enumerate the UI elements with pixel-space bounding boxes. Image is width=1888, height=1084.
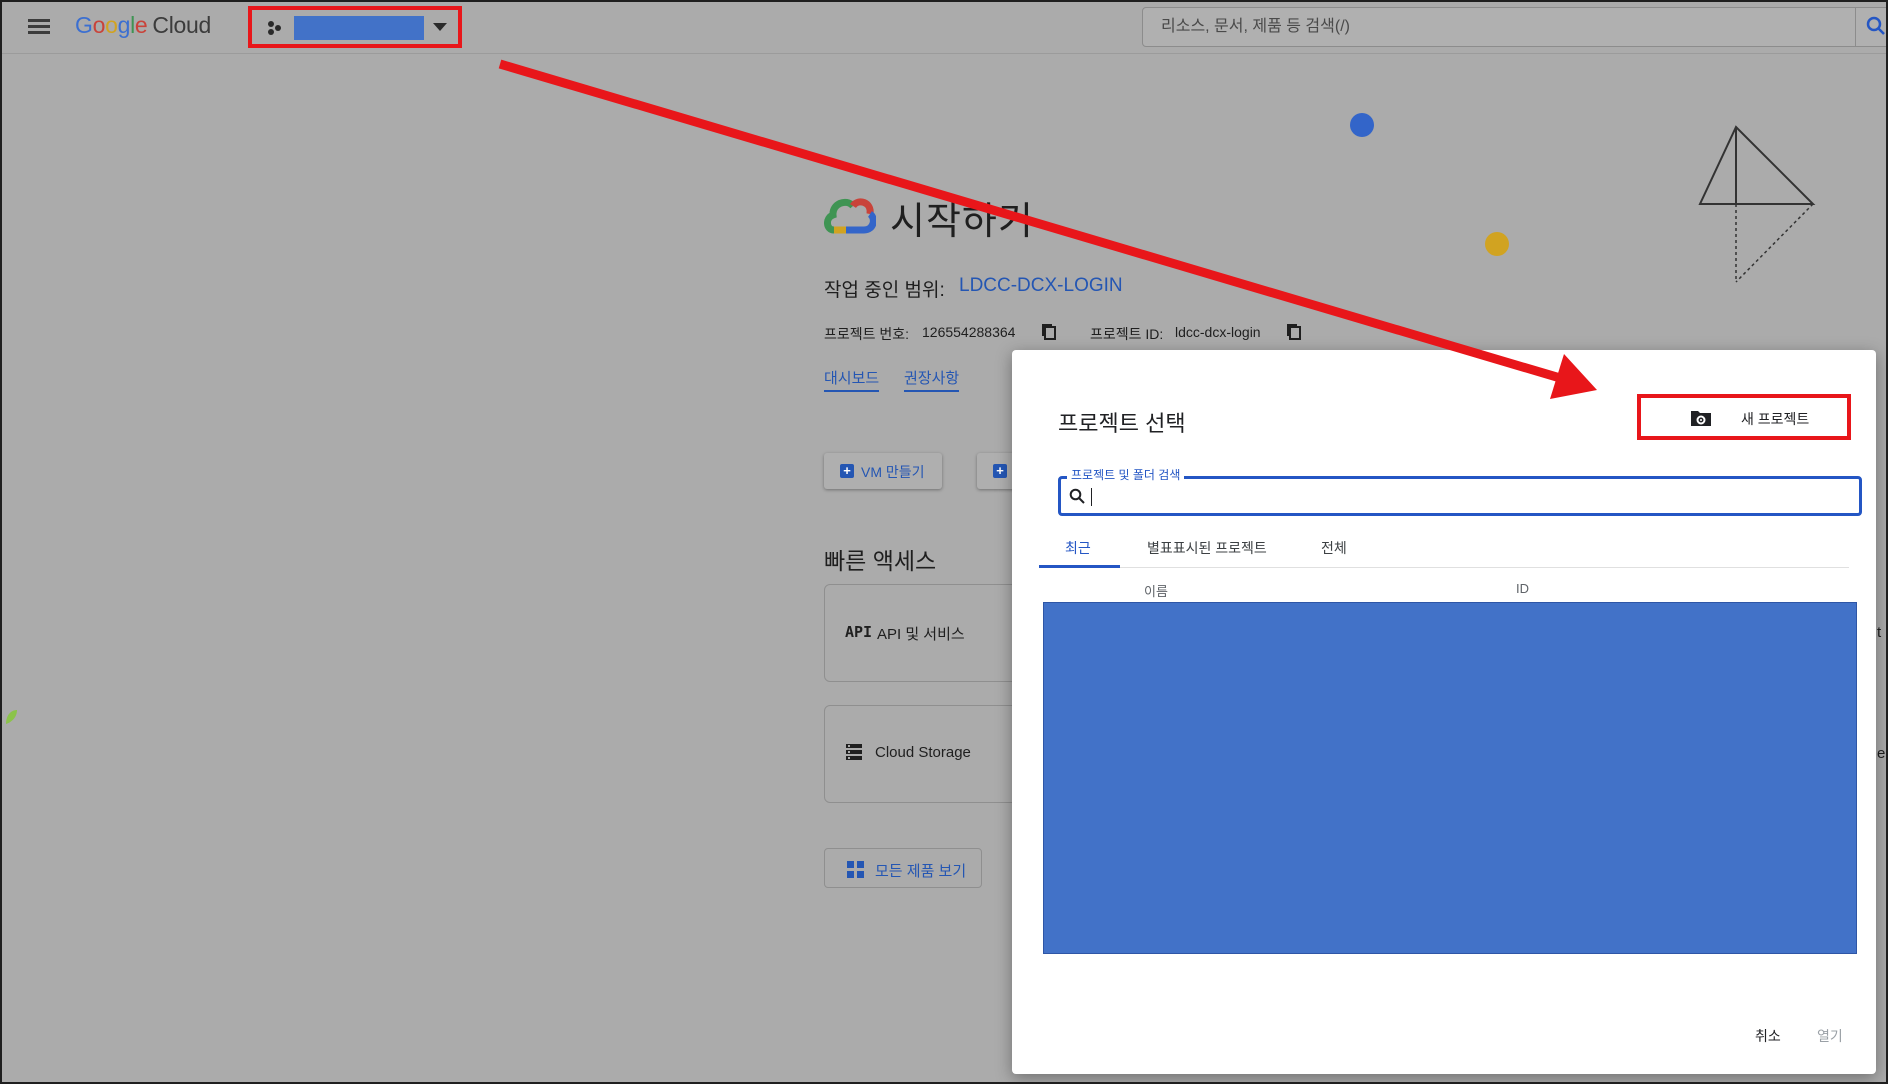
redacted-project-name — [294, 16, 424, 40]
project-id-label: 프로젝트 ID: — [1090, 326, 1164, 342]
dialog-tabs: 최근 별표표시된 프로젝트 전체 — [1039, 526, 1849, 568]
grid-icon — [847, 861, 864, 878]
google-cloud-logo[interactable]: Google Cloud — [75, 12, 211, 39]
quick-access-api-label: API 및 서비스 — [877, 626, 965, 643]
copy-icon[interactable] — [1286, 323, 1302, 341]
scope-label: 작업 중인 범위: — [824, 280, 945, 301]
scope-value[interactable]: LDCC-DCX-LOGIN — [959, 275, 1123, 297]
project-search-box: 프로젝트 및 폴더 검색 — [1058, 466, 1862, 516]
project-search-label: 프로젝트 및 폴더 검색 — [1067, 466, 1185, 483]
quick-access-api-services[interactable]: API API 및 서비스 — [824, 584, 1024, 682]
logo-letter: o — [92, 12, 106, 38]
project-select-dialog: 프로젝트 선택 새 프로젝트 프로젝트 및 폴더 검색 최근 별표표시된 프로젝… — [1012, 350, 1876, 1074]
api-icon: API — [845, 623, 873, 641]
recommendations-link[interactable]: 권장사항 — [904, 367, 960, 392]
project-number-label: 프로젝트 번호: — [824, 326, 910, 342]
create-vm-label: VM 만들기 — [861, 464, 925, 480]
create-vm-button[interactable]: + VM 만들기 — [824, 453, 942, 489]
tab-recent-label: 최근 — [1065, 540, 1091, 556]
decorative-dot-blue — [1350, 113, 1374, 137]
tab-recent[interactable]: 최근 — [1039, 526, 1120, 568]
view-all-products-button[interactable]: 모든 제품 보기 — [824, 848, 982, 888]
clipped-text: e — [1877, 745, 1886, 762]
project-dots-icon — [268, 21, 281, 35]
quick-access-title: 빠른 액세스 — [824, 548, 937, 574]
chevron-down-icon — [433, 23, 447, 31]
storage-icon — [846, 744, 862, 760]
project-number-value: 126554288364 — [922, 324, 1016, 340]
global-search-input[interactable] — [1161, 16, 1721, 38]
decorative-leaf-icon — [6, 710, 17, 724]
page-title: 시작하기 — [890, 201, 1034, 243]
paper-plane-icon — [1698, 125, 1816, 283]
quick-access-cloud-storage[interactable]: Cloud Storage — [824, 705, 1024, 803]
global-search-box — [1142, 7, 1886, 47]
logo-letter: g — [117, 12, 131, 38]
top-bar: Google Cloud — [2, 2, 1886, 54]
copy-icon[interactable] — [1041, 323, 1057, 341]
column-header-id[interactable]: ID — [1516, 581, 1529, 596]
dashboard-link[interactable]: 대시보드 — [824, 367, 880, 392]
project-selector-button[interactable] — [248, 6, 462, 48]
dialog-title: 프로젝트 선택 — [1058, 411, 1186, 436]
new-project-button[interactable]: 새 프로젝트 — [1637, 394, 1851, 440]
logo-letter: G — [75, 12, 93, 38]
logo-cloud-word: Cloud — [152, 12, 212, 38]
tab-all[interactable]: 전체 — [1321, 538, 1347, 558]
view-all-products-label: 모든 제품 보기 — [875, 863, 967, 880]
project-id-value: ldcc-dcx-login — [1175, 324, 1261, 340]
project-search-input[interactable] — [1091, 486, 1831, 508]
search-icon — [1866, 16, 1885, 35]
new-project-label: 새 프로젝트 — [1741, 411, 1810, 427]
search-button[interactable] — [1855, 8, 1886, 46]
tab-starred[interactable]: 별표표시된 프로젝트 — [1147, 538, 1267, 558]
cancel-button[interactable]: 취소 — [1755, 1026, 1781, 1046]
plus-icon: + — [840, 464, 854, 478]
search-icon — [1069, 488, 1085, 504]
page: Google Cloud 리소스, 문서, 제품 등 검색(/) 시작하기 작업… — [0, 0, 1888, 1084]
open-button: 열기 — [1817, 1028, 1843, 1044]
redacted-project-list — [1043, 602, 1857, 954]
folder-gear-icon — [1691, 411, 1711, 426]
logo-letter: e — [134, 12, 148, 38]
plus-icon: + — [993, 464, 1007, 478]
column-header-name[interactable]: 이름 — [1144, 581, 1168, 600]
google-cloud-logo-icon — [824, 198, 876, 234]
logo-letter: o — [105, 12, 118, 38]
menu-icon[interactable] — [28, 16, 52, 38]
clipped-text: t — [1877, 624, 1882, 641]
decorative-dot-yellow — [1485, 232, 1509, 256]
quick-access-storage-label: Cloud Storage — [875, 744, 971, 761]
